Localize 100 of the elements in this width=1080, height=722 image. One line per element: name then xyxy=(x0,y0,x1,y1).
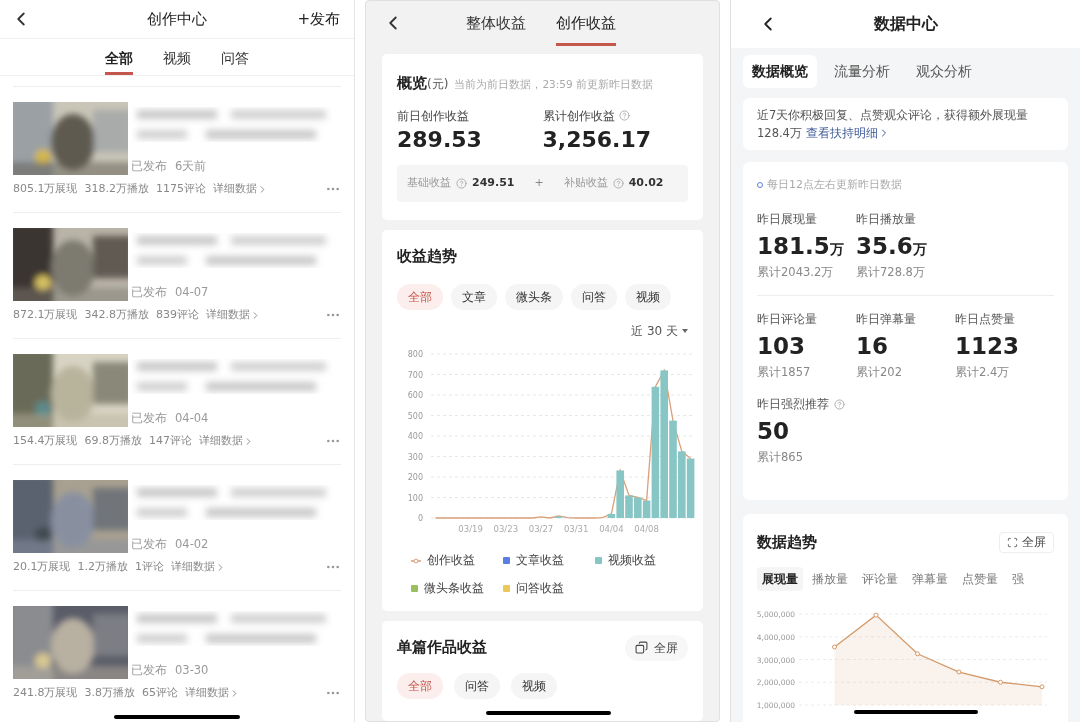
metric-label: 昨日展现量 xyxy=(757,210,817,228)
fullscreen-button[interactable]: 全屏 xyxy=(999,531,1054,553)
metric-value: 3,256.17 xyxy=(542,125,653,154)
details-link[interactable]: 详细数据 xyxy=(185,685,240,702)
metric-tab[interactable]: 点赞量 xyxy=(957,566,1003,591)
metric-label: 昨日播放量 xyxy=(856,210,916,228)
card-title: 单篇作品收益 xyxy=(397,637,487,657)
legend-label: 创作收益 xyxy=(427,552,475,570)
metric-tab[interactable]: 弹幕量 xyxy=(907,566,953,591)
legend-swatch xyxy=(503,584,510,592)
breakdown-label: 基础收益 xyxy=(407,174,451,191)
y-tick-label: 500 xyxy=(407,411,423,421)
notice-text: 近7天你积极回复、点赞观众评论，获得额外展现量128.4万 查看扶持明细 xyxy=(757,107,1030,142)
fullscreen-icon xyxy=(1007,536,1018,548)
status-text: 已发布 xyxy=(131,283,167,301)
y-tick-label: 100 xyxy=(407,493,423,503)
details-link[interactable]: 详细数据 xyxy=(171,559,226,576)
plays-text: 342.8万播放 xyxy=(84,307,149,323)
impressions-text: 154.4万展现 xyxy=(13,433,78,449)
metric-value: 289.53 xyxy=(397,125,483,154)
tab[interactable]: 视频 xyxy=(163,39,191,75)
metric-tab[interactable]: 强 xyxy=(1007,566,1029,591)
update-note: 每日12点左右更新昨日数据 xyxy=(767,177,902,193)
impressions-text: 241.8万展现 xyxy=(13,685,78,701)
impressions-text: 805.1万展现 xyxy=(13,181,78,197)
metric-label: 昨日弹幕量 xyxy=(856,310,916,328)
publish-time: 04-02 xyxy=(175,535,209,553)
bar xyxy=(554,516,563,519)
x-tick-label: 04/08 xyxy=(634,524,659,535)
cumulative-text: 累计865 xyxy=(757,449,804,466)
help-icon[interactable] xyxy=(834,398,845,410)
legend-swatch xyxy=(595,557,602,565)
tab[interactable]: 创作收益 xyxy=(556,1,616,46)
unit-text: 万 xyxy=(829,240,844,259)
overlapping-squares-icon xyxy=(635,641,648,655)
tab[interactable]: 问答 xyxy=(221,39,249,75)
filter-chip[interactable]: 文章 xyxy=(451,284,497,311)
help-icon[interactable] xyxy=(612,177,624,189)
filter-chip[interactable]: 视频 xyxy=(625,284,671,311)
y-tick-label: 0 xyxy=(417,514,423,524)
legend-swatch xyxy=(503,557,510,565)
tab[interactable]: 整体收益 xyxy=(466,1,526,46)
details-link[interactable]: 详细数据 xyxy=(199,433,254,450)
plus-sign: + xyxy=(534,174,544,191)
data-point xyxy=(832,644,837,649)
metric-tab[interactable]: 评论量 xyxy=(857,566,903,591)
y-tick-label: 300 xyxy=(407,452,423,462)
publish-time: 6天前 xyxy=(175,157,207,175)
metric-tab[interactable]: 播放量 xyxy=(807,566,853,591)
comments-text: 1评论 xyxy=(135,559,164,575)
filter-chip[interactable]: 问答 xyxy=(571,284,617,311)
status-text: 已发布 xyxy=(131,535,167,553)
unit-text: (元) xyxy=(427,77,449,93)
caret-icon xyxy=(682,329,688,334)
metric-label: 累计创作收益 xyxy=(542,107,615,125)
filter-chip[interactable]: 微头条 xyxy=(505,284,563,311)
data-point xyxy=(873,612,879,618)
filter-chip[interactable]: 视频 xyxy=(511,672,557,699)
comments-text: 839评论 xyxy=(156,307,199,323)
x-tick-label: 03/31 xyxy=(563,524,589,535)
metric-tab[interactable]: 展现量 xyxy=(757,566,803,591)
range-dropdown[interactable]: 近 30 天 xyxy=(631,322,688,341)
filter-chip[interactable]: 全部 xyxy=(397,672,443,699)
status-text: 已发布 xyxy=(131,661,167,679)
status-text: 已发布 xyxy=(131,157,167,175)
publish-button[interactable]: +发布 xyxy=(297,7,344,31)
details-link[interactable]: 详细数据 xyxy=(213,181,268,198)
publish-time: 04-07 xyxy=(175,283,209,301)
help-icon[interactable] xyxy=(618,110,630,121)
comments-text: 147评论 xyxy=(149,433,192,449)
page-title: 创作中心 xyxy=(147,8,207,30)
support-details-link[interactable]: 查看扶持明细 xyxy=(805,124,890,142)
x-tick-label: 03/23 xyxy=(493,524,519,535)
metric-value: 50 xyxy=(757,417,789,446)
tab[interactable]: 观众分析 xyxy=(907,55,981,88)
fullscreen-button[interactable]: 全屏 xyxy=(625,634,688,661)
metric-value: 103 xyxy=(757,331,805,361)
filter-chip[interactable]: 问答 xyxy=(454,672,500,699)
tab[interactable]: 数据概览 xyxy=(743,55,817,88)
x-tick-label: 03/19 xyxy=(458,524,483,535)
x-tick-label: 04/04 xyxy=(599,524,624,535)
tab[interactable]: 流量分析 xyxy=(825,55,899,88)
legend-swatch xyxy=(411,584,418,592)
tab[interactable]: 全部 xyxy=(105,39,133,75)
cumulative-text: 累计728.8万 xyxy=(856,263,926,281)
data-point xyxy=(956,669,962,674)
breakdown-value: 40.02 xyxy=(628,174,664,191)
y-tick-label: 400 xyxy=(407,432,423,442)
filter-chip[interactable]: 全部 xyxy=(397,284,443,311)
cumulative-text: 累计1857 xyxy=(757,363,812,381)
y-tick-label: 700 xyxy=(407,370,423,380)
card-title: 概览 xyxy=(397,73,427,94)
help-icon[interactable] xyxy=(456,177,467,189)
publish-time: 03-30 xyxy=(175,661,209,679)
cumulative-text: 累计2.4万 xyxy=(955,363,1011,381)
plays-text: 3.8万播放 xyxy=(84,685,135,701)
plays-text: 69.8万播放 xyxy=(84,433,142,449)
breakdown-label: 补贴收益 xyxy=(563,174,608,191)
details-link[interactable]: 详细数据 xyxy=(206,307,261,324)
update-note: 当前为前日数据，23:59 前更新昨日数据 xyxy=(454,77,653,92)
